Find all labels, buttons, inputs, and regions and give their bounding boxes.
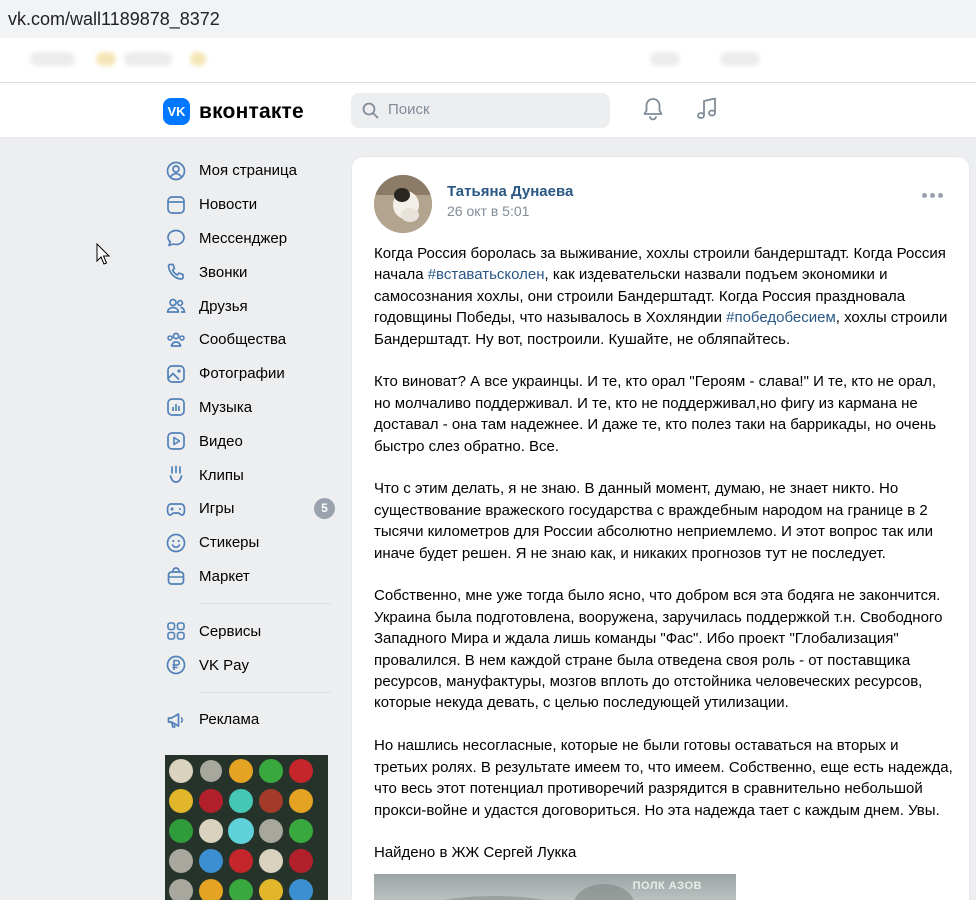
sidebar-item-music[interactable]: Музыка [163, 391, 333, 425]
wall-post: Татьяна Дунаева 26 окт в 5:01 Когда Росс… [351, 156, 970, 900]
post-paragraph: Что с этим делать, я не знаю. В данный м… [374, 480, 934, 562]
sidebar-item-friends[interactable]: Друзья [163, 289, 333, 323]
bookmark-folder-icon[interactable] [96, 52, 116, 66]
post-image[interactable]: ПОЛК АЗОВ [374, 874, 736, 900]
sidebar-divider [199, 603, 331, 605]
vk-logo-icon: VK [163, 98, 190, 125]
sidebar-item-communities[interactable]: Сообщества [163, 323, 333, 357]
sidebar-item-label: Друзья [199, 297, 248, 315]
sidebar-item-label: Сервисы [199, 622, 262, 640]
sidebar-item-label: Мессенджер [199, 229, 288, 247]
phone-icon [165, 261, 187, 283]
gamepad-icon [165, 498, 187, 520]
sidebar-item-label: Видео [199, 432, 243, 450]
photo-icon [165, 363, 187, 385]
sidebar-item-label: VK Pay [199, 656, 250, 674]
sidebar-item-messenger[interactable]: Мессенджер [163, 222, 333, 256]
sidebar-item-label: Музыка [199, 398, 253, 416]
video-icon [165, 430, 187, 452]
game-ad-image [165, 755, 328, 900]
vk-logo[interactable]: VK вконтакте [163, 98, 304, 125]
author-name[interactable]: Татьяна Дунаева [447, 183, 573, 200]
post-paragraph: Кто виноват? А все украинцы. И те, кто о… [374, 373, 937, 455]
post-date[interactable]: 26 окт в 5:01 [447, 203, 529, 219]
sidebar-item-label: Игры [199, 500, 235, 518]
image-caption: ПОЛК АЗОВ [632, 880, 702, 892]
bookmark-item[interactable] [124, 52, 172, 66]
left-sidebar: Моя страница Новости Мессенджер Звонки Д… [163, 154, 335, 737]
bookmark-item[interactable] [30, 52, 75, 66]
sidebar-item-label: Клипы [199, 466, 244, 484]
post-paragraph: Найдено в ЖЖ Сергей Лукка [374, 844, 577, 862]
sidebar-item-news[interactable]: Новости [163, 188, 333, 222]
sidebar-divider [199, 691, 331, 693]
sidebar-item-games[interactable]: Игры 5 [163, 492, 335, 526]
bookmarks-bar [0, 38, 976, 83]
sidebar-item-ads[interactable]: Реклама [163, 703, 333, 737]
post-paragraph: Когда Россия боролась за выживание, хохл… [374, 245, 948, 348]
games-badge: 5 [314, 497, 335, 519]
bookmark-folder-icon[interactable] [190, 52, 206, 66]
author-avatar[interactable] [374, 175, 432, 233]
bookmark-item[interactable] [720, 52, 760, 66]
sidebar-item-photos[interactable]: Фотографии [163, 357, 333, 391]
more-options-icon[interactable] [922, 193, 943, 198]
mouse-cursor-icon [96, 243, 110, 265]
music-note-icon[interactable] [695, 96, 719, 122]
sidebar-item-video[interactable]: Видео [163, 424, 333, 458]
smile-icon [165, 532, 187, 554]
sidebar-item-label: Сообщества [199, 331, 287, 349]
bag-icon [165, 565, 187, 587]
bell-icon[interactable] [641, 96, 665, 122]
sidebar-item-label: Фотографии [199, 365, 285, 383]
sidebar-item-my-page[interactable]: Моя страница [163, 154, 333, 188]
sidebar-item-clips[interactable]: Клипы [163, 458, 333, 492]
sidebar-item-market[interactable]: Маркет [163, 560, 333, 594]
sidebar-item-label: Звонки [199, 263, 248, 281]
sidebar-item-calls[interactable]: Звонки [163, 255, 333, 289]
sidebar-item-vk-pay[interactable]: VK Pay [163, 648, 333, 682]
vk-logo-text: вконтакте [199, 99, 304, 123]
sidebar-item-label: Маркет [199, 567, 250, 585]
sidebar-item-stickers[interactable]: Стикеры [163, 526, 333, 560]
hashtag-link[interactable]: #победобесием [726, 309, 836, 326]
megaphone-icon [165, 709, 187, 731]
services-grid-icon [165, 620, 187, 642]
post-paragraph: Собственно, мне уже тогда было ясно, что… [374, 587, 943, 712]
url-text[interactable]: vk.com/wall1189878_8372 [8, 9, 220, 30]
hashtag-link[interactable]: #вставатьсколен [428, 266, 545, 283]
sidebar-item-label: Стикеры [199, 534, 260, 552]
search-input[interactable] [388, 101, 598, 118]
sidebar-item-label: Моя страница [199, 162, 297, 180]
sidebar-item-services[interactable]: Сервисы [163, 614, 333, 648]
ruble-icon [165, 654, 187, 676]
clips-icon [165, 464, 187, 486]
game-ad-banner[interactable] [165, 755, 328, 900]
search-box[interactable] [351, 93, 610, 128]
bookmark-item[interactable] [650, 52, 680, 66]
user-circle-icon [165, 160, 187, 182]
communities-icon [165, 329, 187, 351]
vk-header: VK вконтакте [0, 83, 976, 138]
post-paragraph: Но нашлись несогласные, которые не были … [374, 737, 953, 819]
sidebar-item-label: Реклама [199, 711, 260, 729]
music-bars-icon [165, 396, 187, 418]
sidebar-item-label: Новости [199, 196, 258, 214]
search-icon [362, 102, 379, 119]
chat-bubble-icon [165, 227, 187, 249]
browser-url-bar[interactable]: vk.com/wall1189878_8372 [0, 0, 976, 38]
post-text: Когда Россия боролась за выживание, хохл… [374, 243, 954, 885]
friends-icon [165, 295, 187, 317]
news-icon [165, 194, 187, 216]
